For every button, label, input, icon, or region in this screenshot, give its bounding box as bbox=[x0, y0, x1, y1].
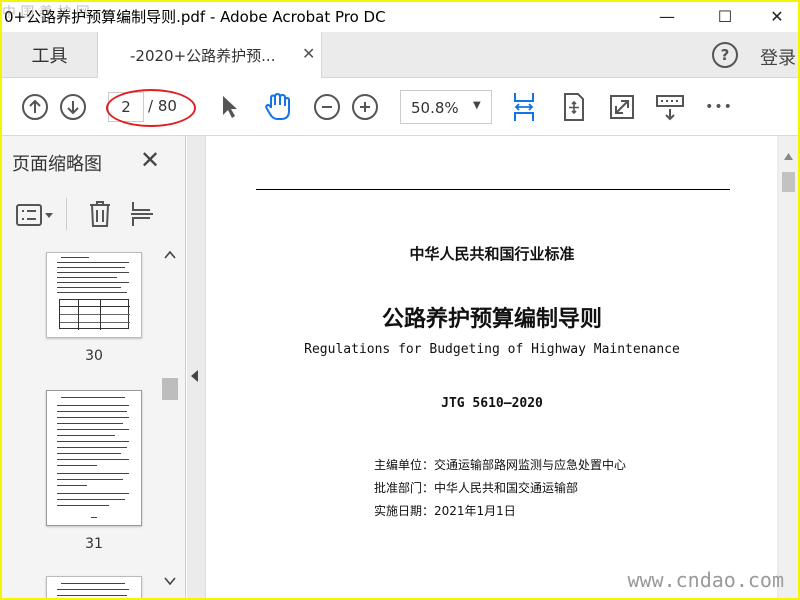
collapse-sidebar-icon[interactable] bbox=[191, 370, 198, 382]
scroll-mode-button[interactable] bbox=[654, 90, 686, 124]
pdf-page: 中华人民共和国行业标准 公路养护预算编制导则 Regulations for B… bbox=[205, 136, 777, 598]
close-window-button[interactable]: ✕ bbox=[754, 2, 798, 30]
thumbnail-table bbox=[59, 299, 130, 330]
page-number-input[interactable]: 2 bbox=[108, 92, 144, 122]
more-tools-button[interactable]: ••• bbox=[702, 94, 736, 120]
scroll-down-icon[interactable] bbox=[164, 576, 176, 586]
sidebar-scrollbar[interactable] bbox=[162, 244, 178, 598]
standard-code: JTG 5610—2020 bbox=[441, 396, 543, 411]
document-title: 公路养护预算编制导则 bbox=[381, 307, 602, 332]
fit-page-button[interactable] bbox=[560, 90, 588, 124]
login-button[interactable]: 登录 bbox=[760, 44, 796, 70]
fit-width-button[interactable] bbox=[510, 90, 538, 124]
sidebar-close-button[interactable]: ✕ bbox=[140, 146, 160, 174]
thumbnail-page-label: 31 bbox=[85, 536, 103, 552]
arrow-up-icon bbox=[29, 99, 41, 113]
tab-tools[interactable]: 工具 bbox=[2, 32, 98, 78]
corner-watermark: 中 国 养 护 网 bbox=[2, 5, 90, 21]
fit-page-icon bbox=[564, 93, 584, 121]
document-scroll-thumb[interactable] bbox=[782, 172, 795, 192]
page-thumbnail[interactable] bbox=[46, 576, 142, 598]
page-rule bbox=[256, 189, 730, 190]
tab-bar: 工具 -2020+公路养护预... ✕ ? 登录 bbox=[2, 32, 798, 78]
hand-icon bbox=[265, 93, 290, 120]
options-list-icon bbox=[16, 204, 53, 226]
zoom-select[interactable]: 50.8% ▼ bbox=[400, 90, 492, 124]
maximize-button[interactable]: ☐ bbox=[702, 2, 748, 30]
help-button[interactable]: ? bbox=[712, 42, 738, 68]
page-thumbnail[interactable] bbox=[46, 252, 142, 338]
previous-page-button[interactable] bbox=[22, 94, 48, 120]
page-layout-button[interactable] bbox=[128, 198, 158, 230]
page-thumbnail[interactable] bbox=[46, 390, 142, 526]
standard-category: 中华人民共和国行业标准 bbox=[409, 245, 575, 263]
tab-document[interactable]: -2020+公路养护预... ✕ bbox=[98, 32, 322, 78]
full-screen-icon bbox=[610, 95, 634, 119]
document-view: 中华人民共和国行业标准 公路养护预算编制导则 Regulations for B… bbox=[187, 136, 798, 598]
select-tool-button[interactable] bbox=[218, 92, 242, 122]
zoom-out-button[interactable] bbox=[314, 94, 340, 120]
document-title-en: Regulations for Budgeting of Highway Mai… bbox=[304, 342, 680, 357]
scroll-up-icon[interactable] bbox=[164, 250, 176, 260]
delete-page-button[interactable] bbox=[86, 198, 114, 230]
trash-icon bbox=[90, 201, 110, 227]
select-cursor-icon bbox=[223, 96, 237, 118]
zoom-in-icon bbox=[360, 102, 370, 112]
hand-tool-button[interactable] bbox=[262, 90, 294, 124]
page-split-icon bbox=[131, 202, 153, 226]
sidebar-tools bbox=[2, 192, 186, 240]
page-total: / 80 bbox=[148, 97, 177, 115]
approving-department: 批准部门：中华人民共和国交通运输部 bbox=[374, 481, 579, 495]
fit-width-icon bbox=[514, 93, 534, 121]
keyboard-scroll-icon bbox=[656, 95, 684, 121]
site-watermark: www.cndao.com bbox=[627, 568, 784, 592]
toolbar: 2 / 80 50.8% ▼ ••• bbox=[2, 78, 798, 136]
sidebar-scroll-thumb[interactable] bbox=[162, 378, 178, 400]
effective-date: 实施日期：2021年1月1日 bbox=[374, 504, 516, 518]
zoom-in-button[interactable] bbox=[352, 94, 378, 120]
document-scrollbar[interactable] bbox=[779, 136, 798, 598]
zoom-out-icon bbox=[322, 106, 332, 108]
tab-document-label: -2020+公路养护预... bbox=[130, 47, 276, 65]
tab-close-button[interactable]: ✕ bbox=[302, 44, 315, 63]
thumbnail-page-label: 30 bbox=[85, 348, 103, 364]
editor-unit: 主编单位：交通运输部路网监测与应急处置中心 bbox=[374, 458, 627, 472]
zoom-value: 50.8% bbox=[411, 99, 459, 117]
toolbar-divider bbox=[66, 198, 67, 230]
next-page-button[interactable] bbox=[60, 94, 86, 120]
thumbnail-sidebar: 页面缩略图 ✕ 30 31 bbox=[2, 136, 186, 598]
thumbnail-options-button[interactable] bbox=[14, 200, 56, 230]
chevron-down-icon: ▼ bbox=[473, 100, 481, 111]
full-screen-button[interactable] bbox=[608, 92, 636, 122]
title-bar: 0+公路养护预算编制导则.pdf - Adobe Acrobat Pro DC … bbox=[2, 2, 798, 32]
scroll-up-icon[interactable] bbox=[783, 152, 794, 161]
app-window: 0+公路养护预算编制导则.pdf - Adobe Acrobat Pro DC … bbox=[2, 2, 798, 598]
arrow-down-icon bbox=[67, 101, 79, 115]
sidebar-title: 页面缩略图 bbox=[12, 154, 102, 175]
minimize-button[interactable]: — bbox=[644, 2, 690, 30]
